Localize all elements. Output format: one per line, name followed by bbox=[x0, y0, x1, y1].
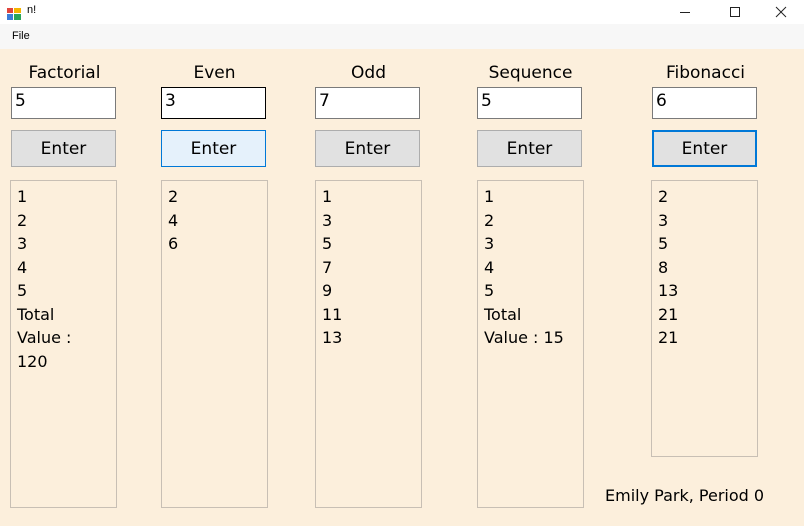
list-item[interactable]: 5 bbox=[17, 279, 116, 303]
even-enter-button[interactable]: Enter bbox=[161, 130, 266, 167]
list-item[interactable]: 7 bbox=[322, 256, 421, 280]
maximize-button[interactable] bbox=[712, 0, 758, 24]
even-label: Even bbox=[193, 63, 236, 83]
list-item[interactable]: 2 bbox=[658, 185, 757, 209]
author-credit: Emily Park, Period 0 bbox=[605, 486, 765, 505]
list-item[interactable]: 6 bbox=[168, 232, 267, 256]
factorial-enter-button[interactable]: Enter bbox=[11, 130, 116, 167]
fibonacci-list[interactable]: 2 3 5 8 13 21 21 bbox=[651, 180, 758, 457]
list-item[interactable]: 4 bbox=[17, 256, 116, 280]
title-bar: n! bbox=[0, 0, 804, 24]
minimize-button[interactable] bbox=[662, 0, 708, 24]
list-item[interactable]: Value : bbox=[17, 326, 116, 350]
list-item[interactable]: 8 bbox=[658, 256, 757, 280]
list-item[interactable]: 2 bbox=[168, 185, 267, 209]
list-item[interactable]: 3 bbox=[322, 209, 421, 233]
odd-input[interactable]: 7 bbox=[315, 87, 420, 119]
factorial-label: Factorial bbox=[28, 63, 101, 83]
odd-list[interactable]: 1 3 5 7 9 11 13 bbox=[315, 180, 422, 508]
menu-file[interactable]: File bbox=[12, 30, 30, 42]
odd-label: Odd bbox=[351, 63, 386, 83]
sequence-label: Sequence bbox=[488, 63, 573, 83]
list-item[interactable]: 2 bbox=[17, 209, 116, 233]
app-icon bbox=[7, 5, 21, 20]
list-item[interactable]: 4 bbox=[168, 209, 267, 233]
close-button[interactable] bbox=[758, 0, 804, 24]
even-list[interactable]: 246 bbox=[161, 180, 268, 508]
list-item[interactable]: 5 bbox=[484, 279, 583, 303]
list-item[interactable]: 1 bbox=[17, 185, 116, 209]
list-item[interactable]: Total bbox=[17, 303, 116, 327]
window-title: n! bbox=[27, 4, 37, 16]
list-item[interactable]: 3 bbox=[484, 232, 583, 256]
fibonacci-enter-button[interactable]: Enter bbox=[652, 130, 757, 167]
list-item[interactable]: 13 bbox=[658, 279, 757, 303]
maximize-icon bbox=[730, 7, 740, 17]
list-item[interactable]: 21 bbox=[658, 303, 757, 327]
minimize-icon bbox=[680, 12, 690, 13]
fibonacci-input[interactable]: 6 bbox=[652, 87, 757, 119]
list-item[interactable]: 3 bbox=[17, 232, 116, 256]
sequence-enter-button[interactable]: Enter bbox=[477, 130, 582, 167]
client-area: Factorial 5 Enter 1 2 3 4 5 Total Value :120 E… bbox=[0, 49, 804, 526]
list-item[interactable]: 120 bbox=[17, 350, 116, 374]
list-item[interactable]: 5 bbox=[322, 232, 421, 256]
list-item[interactable]: 11 bbox=[322, 303, 421, 327]
sequence-list[interactable]: 1 2 3 4 5 Total Value : 15 bbox=[477, 180, 584, 508]
list-item[interactable]: 1 bbox=[322, 185, 421, 209]
menu-bar: File bbox=[0, 24, 804, 49]
factorial-input[interactable]: 5 bbox=[11, 87, 116, 119]
fibonacci-label: Fibonacci bbox=[665, 63, 746, 83]
factorial-list[interactable]: 1 2 3 4 5 Total Value :120 bbox=[10, 180, 117, 508]
odd-enter-button[interactable]: Enter bbox=[315, 130, 420, 167]
close-icon bbox=[775, 6, 787, 18]
list-item[interactable]: 9 bbox=[322, 279, 421, 303]
even-input[interactable]: 3 bbox=[161, 87, 266, 119]
sequence-input[interactable]: 5 bbox=[477, 87, 582, 119]
list-item[interactable]: 13 bbox=[322, 326, 421, 350]
list-item[interactable]: 21 bbox=[658, 326, 757, 350]
list-item[interactable]: Total bbox=[484, 303, 583, 327]
list-item[interactable]: Value : 15 bbox=[484, 326, 583, 350]
list-item[interactable]: 3 bbox=[658, 209, 757, 233]
list-item[interactable]: 5 bbox=[658, 232, 757, 256]
list-item[interactable]: 2 bbox=[484, 209, 583, 233]
list-item[interactable]: 1 bbox=[484, 185, 583, 209]
list-item[interactable]: 4 bbox=[484, 256, 583, 280]
